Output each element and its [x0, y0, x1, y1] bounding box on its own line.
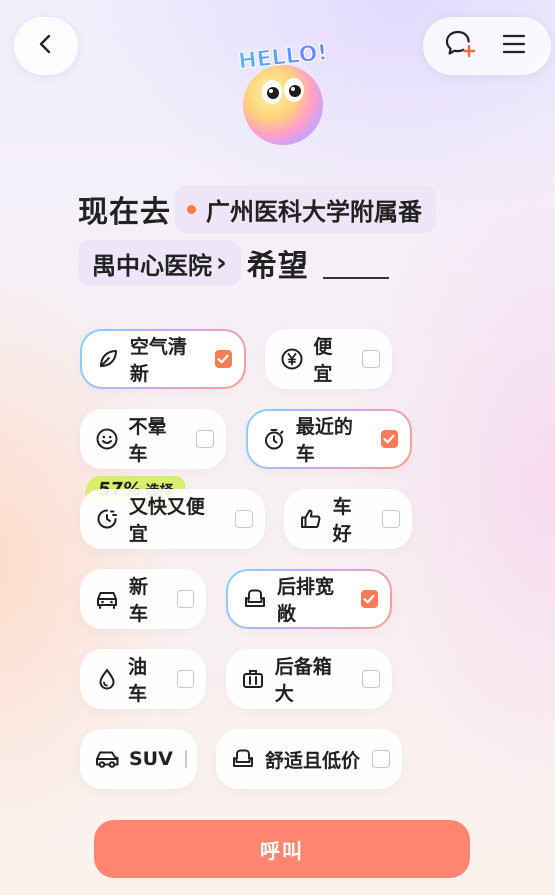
destination-suffix: 希望: [246, 249, 309, 284]
destination-line-1: 现在去 广州医科大学附属番: [78, 184, 436, 234]
menu-icon: [502, 33, 526, 59]
tag-option[interactable]: SUV: [80, 729, 197, 789]
smile-icon: [94, 426, 119, 452]
tag-label: 舒适且低价: [265, 749, 361, 772]
destination-chip-continued[interactable]: 禺中心医院 ›: [78, 240, 241, 286]
checkbox[interactable]: [362, 350, 380, 368]
seat-icon: [242, 586, 268, 612]
preference-blank: [322, 257, 389, 279]
car-icon: [94, 586, 120, 612]
tag-label: SUV: [129, 748, 173, 770]
tag-label: 新车: [129, 576, 149, 625]
chevron-right-icon: ›: [216, 248, 227, 278]
chat-add-icon: [444, 29, 476, 63]
checkbox[interactable]: [372, 750, 390, 768]
checkbox-checked[interactable]: [360, 590, 378, 608]
suv-icon: [94, 746, 120, 772]
tag-option[interactable]: 空气清新: [80, 329, 246, 389]
tag-option[interactable]: 油车: [80, 649, 206, 709]
tag-label: 后排宽敞: [277, 576, 335, 625]
chevron-left-icon: [35, 33, 57, 59]
luggage-icon: [240, 666, 266, 692]
yen-icon: [279, 346, 304, 372]
svg-text:HELLO!: HELLO!: [237, 40, 329, 74]
checkbox[interactable]: [196, 430, 214, 448]
checkbox-checked[interactable]: [214, 350, 232, 368]
checkbox[interactable]: [184, 750, 187, 768]
checkbox-checked[interactable]: [380, 430, 398, 448]
destination-place-line1: 广州医科大学附属番: [206, 197, 422, 226]
leaf-icon: [96, 346, 121, 372]
destination-chip[interactable]: 广州医科大学附属番: [175, 185, 436, 233]
call-button[interactable]: 呼叫: [94, 820, 470, 878]
seat-icon: [230, 746, 256, 772]
tag-option[interactable]: 后备箱大: [226, 649, 392, 709]
drop-icon: [94, 666, 119, 692]
tag-option[interactable]: 最近的车: [246, 409, 412, 469]
checkbox[interactable]: [382, 510, 400, 528]
chat-add-button[interactable]: [443, 29, 477, 63]
tag-label: 不晕车: [128, 416, 167, 465]
tag-option[interactable]: 后排宽敞: [226, 569, 392, 629]
tag-option[interactable]: 车好: [284, 489, 412, 549]
tag-label: 最近的车: [295, 416, 353, 465]
destination-line-2: 禺中心医院 › 希望: [78, 240, 389, 286]
destination-prefix: 现在去: [78, 195, 171, 230]
tag-option[interactable]: 新车: [80, 569, 206, 629]
destination-place-line2: 禺中心医院: [92, 251, 212, 280]
hello-mascot: HELLO!: [236, 36, 330, 148]
tag-option[interactable]: 舒适且低价: [216, 729, 402, 789]
tag-label: 车好: [332, 496, 352, 545]
thumbs-up-icon: [298, 506, 324, 532]
checkbox[interactable]: [235, 510, 253, 528]
timer-icon: [262, 426, 287, 452]
checkbox[interactable]: [176, 590, 194, 608]
fast-clock-icon: [94, 506, 120, 532]
tag-option[interactable]: 不晕车: [80, 409, 226, 469]
tag-label: 空气清新: [129, 336, 187, 385]
checkbox[interactable]: [176, 670, 194, 688]
checkbox[interactable]: [362, 670, 380, 688]
tag-option[interactable]: 便宜: [265, 329, 392, 389]
tag-label: 油车: [128, 656, 148, 705]
menu-button[interactable]: [497, 29, 531, 63]
tag-label: 又快又便宜: [128, 496, 205, 545]
tag-option[interactable]: 又快又便宜: [80, 489, 265, 549]
back-button[interactable]: [14, 17, 78, 75]
header-actions: [423, 17, 551, 75]
tag-label: 后备箱大: [274, 656, 332, 705]
location-dot-icon: [187, 204, 196, 214]
tag-label: 便宜: [313, 336, 333, 385]
